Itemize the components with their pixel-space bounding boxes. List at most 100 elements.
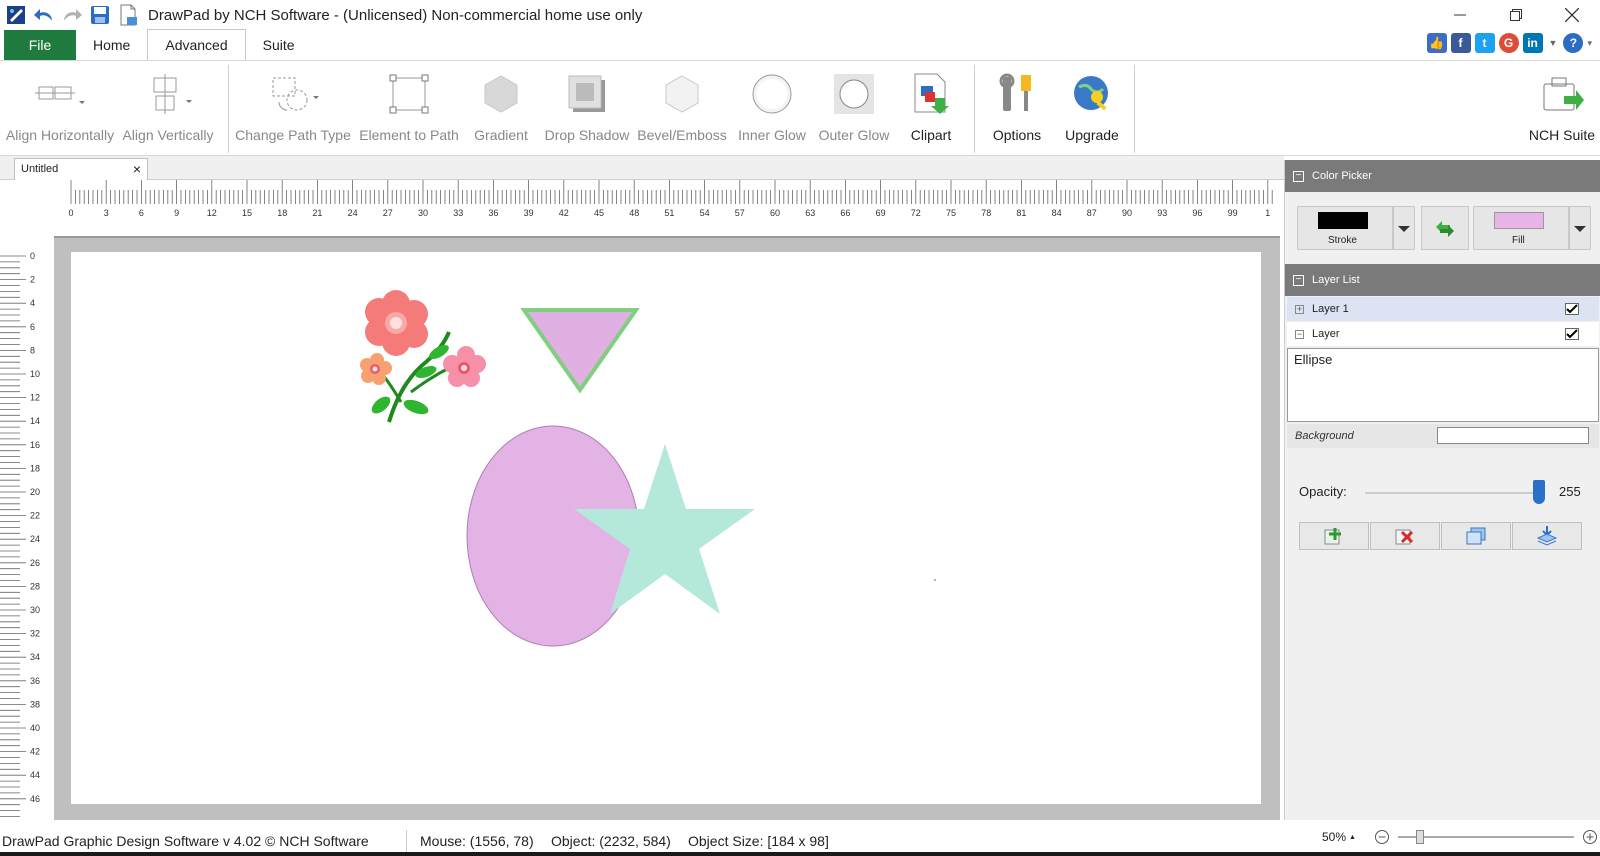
- fill-color-button[interactable]: Fill: [1473, 206, 1569, 250]
- delete-layer-button[interactable]: [1370, 522, 1440, 550]
- facebook-icon[interactable]: f: [1450, 33, 1471, 53]
- bevel-emboss-button[interactable]: Bevel/Emboss: [636, 61, 728, 157]
- save-icon[interactable]: [88, 3, 112, 27]
- zoom-in-icon[interactable]: [1582, 829, 1598, 845]
- zoom-slider-thumb[interactable]: [1415, 830, 1424, 844]
- element-to-path-button[interactable]: Element to Path: [356, 61, 462, 157]
- ruler-label: 36: [30, 676, 40, 686]
- inner-glow-icon: [751, 61, 793, 127]
- layer-visible-checkbox[interactable]: [1565, 303, 1579, 315]
- tab-file[interactable]: File: [4, 30, 76, 60]
- flower-clipart[interactable]: [360, 290, 486, 423]
- like-icon[interactable]: 👍: [1426, 33, 1447, 53]
- right-panel: − Color Picker Stroke Fill − Layer List …: [1284, 160, 1600, 820]
- chevron-down-icon[interactable]: ▼: [1549, 38, 1558, 48]
- swap-colors-button[interactable]: [1421, 206, 1469, 250]
- align-horizontally-button[interactable]: Align Horizontally: [6, 61, 114, 157]
- opacity-slider-track[interactable]: [1365, 492, 1545, 494]
- color-picker-header[interactable]: − Color Picker: [1285, 160, 1600, 192]
- align-vertically-icon: [140, 61, 196, 127]
- nch-suite-button[interactable]: NCH Suite: [1526, 61, 1598, 157]
- fill-dropdown-button[interactable]: [1569, 206, 1591, 250]
- ribbon-separator: [1134, 65, 1135, 153]
- document-tab[interactable]: Untitled ×: [14, 158, 148, 180]
- duplicate-layer-button[interactable]: [1441, 522, 1511, 550]
- close-button[interactable]: [1544, 0, 1600, 30]
- options-button[interactable]: Options: [982, 61, 1052, 157]
- zoom-slider-track[interactable]: [1397, 830, 1574, 844]
- tab-suite[interactable]: Suite: [246, 30, 312, 60]
- clipart-button[interactable]: Clipart: [898, 61, 964, 157]
- layer-list-header[interactable]: − Layer List: [1285, 264, 1600, 296]
- vertical-ruler[interactable]: 0 2 4 6 8 10 12 14 16 18 20 22 24 26 28 30 32 34 36 38 40 42 4…: [0, 236, 54, 820]
- tab-home[interactable]: Home: [76, 30, 147, 60]
- social-links: 👍 f t G in ▼ ? ▾: [1426, 33, 1592, 53]
- upgrade-button[interactable]: Upgrade: [1056, 61, 1128, 157]
- layer-name: Layer: [1312, 328, 1340, 340]
- drawing-surface[interactable]: [71, 252, 1261, 804]
- restore-button[interactable]: [1488, 0, 1544, 30]
- inner-glow-button[interactable]: Inner Glow: [732, 61, 812, 157]
- background-color-field[interactable]: [1437, 427, 1589, 444]
- minimize-button[interactable]: [1432, 0, 1488, 30]
- gradient-icon: [481, 61, 521, 127]
- stroke-dropdown-button[interactable]: [1393, 206, 1415, 250]
- merge-layer-icon: [1536, 526, 1558, 546]
- ruler-label: 26: [30, 558, 40, 568]
- collapse-icon[interactable]: −: [1293, 170, 1304, 182]
- layer-row[interactable]: + Layer 1: [1287, 297, 1599, 321]
- zoom-dropdown-icon[interactable]: ▲: [1349, 834, 1356, 841]
- collapse-tree-icon[interactable]: −: [1295, 329, 1304, 339]
- ruler-label: 27: [383, 208, 393, 218]
- nch-suite-label: NCH Suite: [1528, 127, 1596, 143]
- zoom-controls: 50% ▲: [1300, 826, 1598, 848]
- add-layer-button[interactable]: [1299, 522, 1369, 550]
- ruler-label: 72: [911, 208, 921, 218]
- expand-icon[interactable]: +: [1295, 304, 1304, 314]
- help-icon[interactable]: ?: [1563, 33, 1584, 53]
- app-icon[interactable]: [4, 3, 28, 27]
- status-divider: [406, 830, 407, 852]
- close-tab-icon[interactable]: ×: [133, 161, 141, 177]
- align-vertically-button[interactable]: Align Vertically: [116, 61, 220, 157]
- layer-visible-checkbox[interactable]: [1565, 328, 1579, 340]
- zoom-level[interactable]: 50%: [1322, 830, 1346, 844]
- collapse-icon[interactable]: −: [1293, 274, 1304, 286]
- document-tab-label: Untitled: [21, 163, 59, 175]
- change-path-type-button[interactable]: Change Path Type: [234, 61, 352, 157]
- horizontal-ruler[interactable]: 0 3 6 9 12 15 18 21 24 27 30 33 36 39 42 45 48 51 54 57 60 63…: [0, 180, 1280, 236]
- ruler-label: 21: [312, 208, 322, 218]
- clipart-label: Clipart: [910, 127, 952, 143]
- redo-icon[interactable]: [60, 3, 84, 27]
- drawing-page[interactable]: [71, 252, 1261, 804]
- new-icon[interactable]: [116, 3, 140, 27]
- tab-advanced[interactable]: Advanced: [147, 29, 246, 60]
- zoom-out-icon[interactable]: [1374, 829, 1390, 845]
- drop-shadow-label: Drop Shadow: [544, 127, 630, 143]
- stroke-color-button[interactable]: Stroke: [1297, 206, 1393, 250]
- drop-shadow-icon: [567, 61, 607, 127]
- document-tab-strip: Untitled ×: [0, 156, 1284, 180]
- ruler-label: 6: [30, 322, 35, 332]
- ribbon-toolbar: Align Horizontally Align Vertically Chan…: [0, 60, 1600, 156]
- drop-shadow-button[interactable]: Drop Shadow: [542, 61, 632, 157]
- layer-name: Layer 1: [1312, 303, 1349, 315]
- outer-glow-button[interactable]: Outer Glow: [814, 61, 894, 157]
- twitter-icon[interactable]: t: [1474, 33, 1495, 53]
- google-plus-icon[interactable]: G: [1498, 33, 1519, 53]
- inner-glow-label: Inner Glow: [738, 127, 806, 143]
- opacity-slider-thumb[interactable]: [1533, 480, 1545, 504]
- layer-row[interactable]: − Layer: [1287, 322, 1599, 346]
- help-dropdown-icon[interactable]: ▾: [1587, 38, 1592, 49]
- undo-icon[interactable]: [32, 3, 56, 27]
- layer-elements-box[interactable]: Ellipse: [1287, 348, 1599, 422]
- ruler-label: 45: [594, 208, 604, 218]
- element-item-ellipse[interactable]: Ellipse: [1288, 349, 1598, 370]
- linkedin-icon[interactable]: in: [1522, 33, 1543, 53]
- triangle-shape[interactable]: [520, 308, 640, 394]
- canvas-dot: [934, 579, 936, 581]
- ruler-label: 81: [1016, 208, 1026, 218]
- status-mouse: Mouse: (1556, 78): [420, 833, 534, 849]
- gradient-button[interactable]: Gradient: [464, 61, 538, 157]
- merge-layer-button[interactable]: [1512, 522, 1582, 550]
